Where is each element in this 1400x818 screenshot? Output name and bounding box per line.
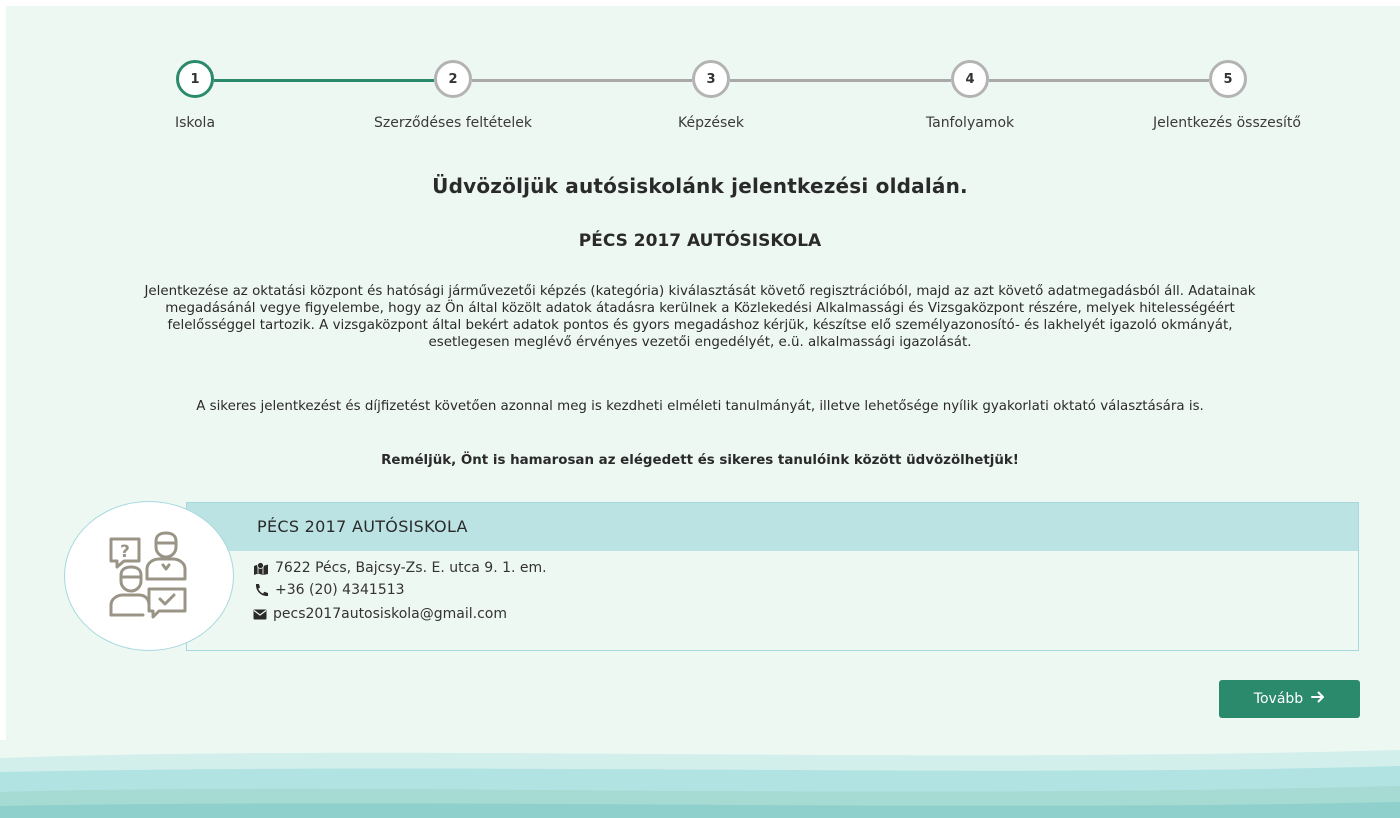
step-1-circle[interactable]: 1 [176, 60, 214, 98]
phone-row: +36 (20) 4341513 [253, 582, 405, 598]
step-1-number: 1 [190, 71, 200, 87]
decorative-waves [0, 740, 1400, 818]
svg-text:?: ? [120, 542, 130, 562]
step-4-circle[interactable]: 4 [951, 60, 989, 98]
school-avatar: ? [64, 501, 234, 651]
school-name-heading: PÉCS 2017 AUTÓSISKOLA [578, 231, 822, 251]
step-connector-3-4 [730, 79, 951, 82]
step-2-number: 2 [448, 71, 458, 87]
address-row: 7622 Pécs, Bajcsy-Zs. E. utca 9. 1. em. [253, 560, 547, 576]
step-connector-2-3 [472, 79, 692, 82]
school-card-title: PÉCS 2017 AUTÓSISKOLA [257, 517, 468, 536]
step-5-number: 5 [1223, 71, 1233, 87]
step-3-number: 3 [706, 71, 716, 87]
school-card-header: PÉCS 2017 AUTÓSISKOLA [187, 503, 1358, 551]
phone-icon [253, 583, 269, 597]
next-button-label: Tovább [1253, 691, 1304, 707]
step-2-circle[interactable]: 2 [434, 60, 472, 98]
address-text: 7622 Pécs, Bajcsy-Zs. E. utca 9. 1. em. [275, 560, 547, 576]
intro-paragraph-1: Jelentkezése az oktatási központ és ható… [144, 284, 1256, 350]
step-4-number: 4 [965, 71, 975, 87]
intro-paragraph-3: Reméljük, Önt is hamarosan az elégedett … [381, 453, 1019, 468]
page-title: Üdvözöljük autósiskolánk jelentkezési ol… [432, 174, 968, 198]
phone-text[interactable]: +36 (20) 4341513 [275, 582, 405, 598]
step-2-label: Szerződéses feltételek [374, 115, 532, 131]
map-icon [253, 561, 269, 575]
step-5-circle[interactable]: 5 [1209, 60, 1247, 98]
step-4-label: Tanfolyamok [925, 115, 1015, 131]
next-button[interactable]: Tovább [1219, 680, 1360, 718]
envelope-icon [253, 609, 267, 620]
step-1-label: Iskola [174, 115, 216, 131]
step-3-circle[interactable]: 3 [692, 60, 730, 98]
school-card: PÉCS 2017 AUTÓSISKOLA 7622 Pécs, Bajcsy-… [186, 502, 1359, 651]
intro-paragraph-2: A sikeres jelentkezést és díjfizetést kö… [196, 399, 1204, 414]
email-text[interactable]: pecs2017autosiskola@gmail.com [273, 606, 507, 622]
step-3-label: Képzések [678, 115, 744, 131]
progress-stepper: 1 2 3 4 5 Iskola Szerződéses feltételek … [0, 60, 1400, 140]
step-5-label: Jelentkezés összesítő [1153, 115, 1301, 131]
step-connector-4-5 [989, 79, 1209, 82]
consultation-icon: ? [99, 529, 199, 623]
email-row: pecs2017autosiskola@gmail.com [253, 606, 507, 622]
arrow-right-icon [1311, 691, 1325, 707]
step-connector-1-2 [214, 79, 434, 82]
